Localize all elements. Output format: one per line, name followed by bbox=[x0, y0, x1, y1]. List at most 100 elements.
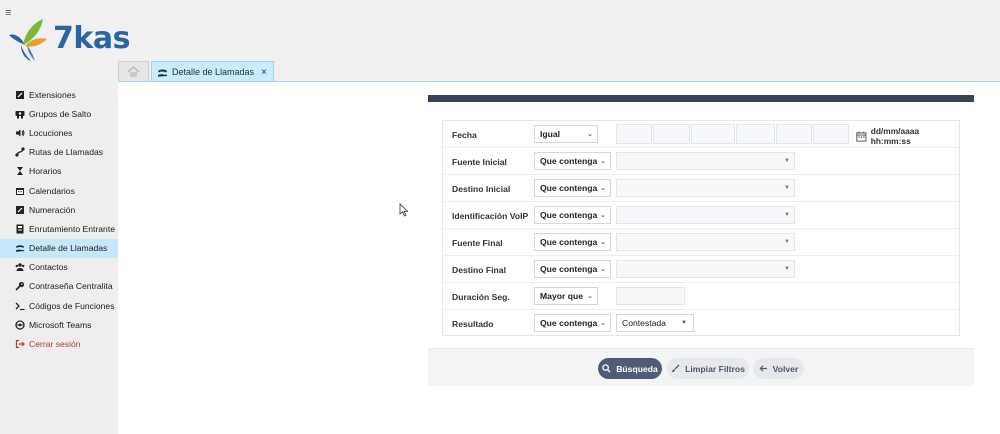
search-button-label: Búsqueda bbox=[616, 363, 658, 374]
panel-header-bar bbox=[428, 95, 974, 102]
filter-row-resultado: Resultado Que contenga ⌄ Contestada ▼ bbox=[443, 310, 959, 337]
sidebar-item-extensiones[interactable]: Extensiones bbox=[0, 85, 118, 104]
fuente-final-operator-select[interactable]: Que contenga ⌄ bbox=[534, 233, 611, 251]
numbering-icon bbox=[15, 205, 25, 215]
sidebar-item-rutas-llamadas[interactable]: Rutas de Llamadas bbox=[0, 143, 118, 162]
filter-row-fecha: Fecha Igual ⌄ dd/mm/aaaa hh:mm:ss bbox=[443, 121, 959, 148]
destino-final-operator-select[interactable]: Que contenga ⌄ bbox=[534, 260, 611, 278]
date-minute-input[interactable] bbox=[776, 124, 812, 144]
resultado-value: Contestada bbox=[622, 318, 666, 328]
filter-row-destino-final: Destino Final Que contenga ⌄ ▼ bbox=[443, 256, 959, 283]
sidebar-item-label: Rutas de Llamadas bbox=[29, 147, 104, 158]
chevron-down-icon: ⌄ bbox=[600, 266, 606, 273]
chevron-down-icon: ⌄ bbox=[600, 239, 606, 246]
sidebar-item-microsoft-teams[interactable]: Microsoft Teams bbox=[0, 315, 118, 334]
clear-filters-button[interactable]: Limpiar Filtros bbox=[667, 358, 749, 379]
filter-label: Fuente Inicial bbox=[452, 157, 507, 167]
sidebar-item-contrasena-centralita[interactable]: Contraseña Centralita bbox=[0, 277, 118, 296]
sidebar-item-enrutamiento-entrante[interactable]: Enrutamiento Entrante bbox=[0, 219, 118, 238]
sidebar-item-label: Numeración bbox=[29, 204, 76, 215]
search-icon bbox=[602, 364, 611, 373]
destino-inicial-value-select[interactable]: ▼ bbox=[616, 179, 795, 197]
date-year-input[interactable] bbox=[691, 124, 735, 144]
chevron-down-icon: ⌄ bbox=[600, 158, 606, 165]
fuente-inicial-value-select[interactable]: ▼ bbox=[616, 152, 795, 170]
search-button[interactable]: Búsqueda bbox=[598, 358, 662, 379]
destino-final-value-select[interactable]: ▼ bbox=[616, 260, 795, 278]
identificacion-voip-value-select[interactable]: ▼ bbox=[616, 206, 795, 224]
logo-text: 7kas bbox=[53, 21, 130, 56]
identificacion-voip-operator-select[interactable]: Que contenga ⌄ bbox=[534, 206, 611, 224]
filter-label: Fecha bbox=[452, 130, 477, 140]
sidebar-item-label: Contraseña Centralita bbox=[29, 281, 113, 292]
filter-row-fuente-inicial: Fuente Inicial Que contenga ⌄ ▼ bbox=[443, 148, 959, 175]
group-icon bbox=[15, 109, 25, 119]
sidebar-item-numeracion[interactable]: Numeración bbox=[0, 200, 118, 219]
logo: 7kas bbox=[3, 15, 130, 63]
clear-filters-label: Limpiar Filtros bbox=[685, 363, 745, 374]
date-hour-input[interactable] bbox=[736, 124, 775, 144]
chevron-down-icon: ⌄ bbox=[600, 185, 606, 192]
calendar-icon[interactable] bbox=[856, 131, 867, 142]
filter-label: Fuente Final bbox=[452, 238, 503, 248]
sidebar-item-calendarios[interactable]: Calendarios bbox=[0, 181, 118, 200]
operator-value: Que contenga bbox=[540, 264, 598, 274]
caret-down-icon: ▼ bbox=[681, 320, 687, 326]
teams-icon bbox=[15, 320, 25, 330]
destino-inicial-operator-select[interactable]: Que contenga ⌄ bbox=[534, 179, 611, 197]
sidebar-item-label: Horarios bbox=[29, 166, 62, 177]
filter-label: Duración Seg. bbox=[452, 292, 510, 302]
phone-hand-icon bbox=[15, 243, 25, 253]
sidebar-item-label: Extensiones bbox=[29, 89, 76, 100]
duracion-operator-select[interactable]: Mayor que ⌄ bbox=[534, 287, 598, 305]
resultado-operator-select[interactable]: Que contenga ⌄ bbox=[534, 314, 611, 332]
chevron-down-icon: ⌄ bbox=[587, 131, 593, 138]
operator-value: Igual bbox=[540, 129, 561, 139]
tab-home[interactable] bbox=[118, 61, 149, 81]
caret-down-icon: ▼ bbox=[784, 185, 790, 191]
logo-bird-icon bbox=[9, 19, 47, 61]
date-format-hint: dd/mm/aaaa hh:mm:ss bbox=[856, 126, 959, 146]
sidebar-item-horarios[interactable]: Horarios bbox=[0, 162, 118, 181]
date-month-input[interactable] bbox=[653, 124, 690, 144]
sidebar-item-label: Enrutamiento Entrante bbox=[29, 223, 115, 234]
fecha-date-inputs bbox=[616, 124, 849, 144]
date-day-input[interactable] bbox=[616, 124, 652, 144]
sidebar-item-label: Contactos bbox=[29, 262, 68, 273]
caret-down-icon: ▼ bbox=[784, 266, 790, 272]
sidebar-item-grupos-salto[interactable]: Grupos de Salto bbox=[0, 104, 118, 123]
sidebar-item-label: Grupos de Salto bbox=[29, 108, 92, 119]
sidebar-item-cerrar-sesion[interactable]: Cerrar sesión bbox=[0, 334, 118, 353]
sidebar-item-label: Códigos de Funciones bbox=[29, 300, 115, 311]
calendar-icon bbox=[15, 186, 25, 196]
key-icon bbox=[15, 281, 25, 292]
sidebar-item-codigos-funciones[interactable]: Códigos de Funciones bbox=[0, 296, 118, 315]
date-second-input[interactable] bbox=[813, 124, 849, 144]
fecha-operator-select[interactable]: Igual ⌄ bbox=[534, 125, 598, 143]
sidebar-item-locuciones[interactable]: Locuciones bbox=[0, 123, 118, 142]
filter-label: Destino Final bbox=[452, 265, 506, 275]
filter-label: Resultado bbox=[452, 319, 494, 329]
tab-label: Detalle de Llamadas bbox=[172, 67, 255, 77]
sidebar-item-contactos[interactable]: Contactos bbox=[0, 258, 118, 277]
sidebar-item-label: Calendarios bbox=[29, 185, 75, 196]
back-button[interactable]: Volver bbox=[753, 358, 804, 379]
fuente-final-value-select[interactable]: ▼ bbox=[616, 233, 795, 251]
sidebar-item-label: Cerrar sesión bbox=[29, 339, 81, 350]
resultado-value-select[interactable]: Contestada ▼ bbox=[616, 314, 694, 332]
sidebar: Extensiones Grupos de Salto Locuciones R… bbox=[0, 82, 118, 434]
back-button-label: Volver bbox=[772, 363, 799, 374]
caret-down-icon: ▼ bbox=[784, 212, 790, 218]
brush-icon bbox=[672, 364, 680, 373]
sidebar-item-label: Locuciones bbox=[29, 127, 73, 138]
operator-value: Que contenga bbox=[540, 183, 598, 193]
tab-detalle-llamadas[interactable]: Detalle de Llamadas × bbox=[151, 61, 274, 82]
operator-value: Que contenga bbox=[540, 318, 598, 328]
fuente-inicial-operator-select[interactable]: Que contenga ⌄ bbox=[534, 152, 611, 170]
sidebar-item-detalle-llamadas[interactable]: Detalle de Llamadas bbox=[0, 238, 118, 258]
mouse-cursor-icon bbox=[399, 203, 409, 217]
arrow-left-icon bbox=[759, 365, 767, 372]
tab-close-icon[interactable]: × bbox=[261, 67, 267, 78]
duracion-input[interactable] bbox=[616, 287, 685, 305]
route-icon bbox=[15, 147, 25, 157]
